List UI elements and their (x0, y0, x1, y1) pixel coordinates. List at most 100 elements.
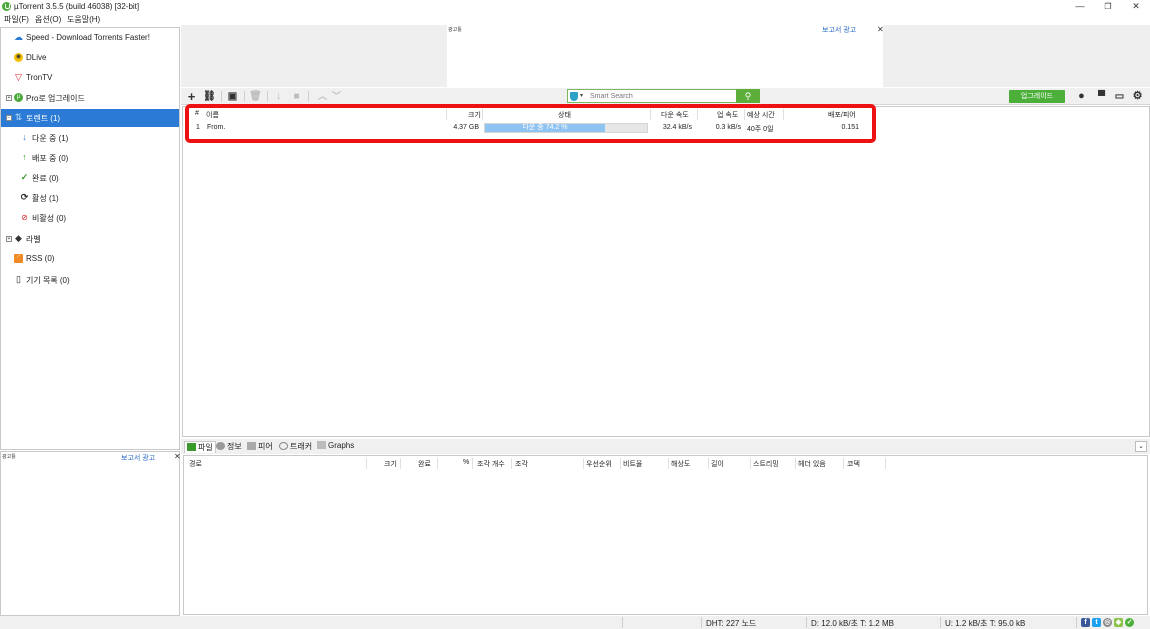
column-header-priority[interactable]: 우선순위 (586, 459, 612, 469)
status-ok-icon[interactable]: ✓ (1125, 618, 1134, 627)
sidebar-item-label: Speed - Download Torrents Faster! (26, 33, 150, 42)
search-provider-shield-icon[interactable] (570, 92, 578, 101)
collapse-panel-button[interactable]: ⌄ (1135, 441, 1147, 452)
tab-label: 피어 (258, 442, 273, 451)
tab-peers[interactable]: 피어 (247, 441, 273, 453)
upload-status[interactable]: U: 1.2 kB/초 T: 95.0 kB (945, 618, 1025, 629)
column-header-size[interactable]: 크기 (384, 459, 397, 469)
sidebar-item-downloading[interactable]: ↓ 다운 중 (1) (1, 129, 179, 147)
sidebar-item-dlive[interactable]: ◉ DLive (1, 49, 179, 67)
tag-icon: ◆ (15, 233, 22, 243)
menu-file[interactable]: 파일(F) (4, 14, 29, 25)
menu-help[interactable]: 도움말(H) (67, 14, 100, 25)
column-divider (668, 458, 669, 469)
sidebar-item-inactive[interactable]: ⊘ 비활성 (0) (1, 209, 179, 227)
maximize-button[interactable]: ❐ (1094, 0, 1122, 13)
close-ad-button[interactable]: ✕ (174, 452, 181, 461)
upgrade-button[interactable]: 업그레이드 (1009, 90, 1065, 103)
facebook-icon[interactable]: f (1081, 618, 1090, 627)
sidebar-item-completed[interactable]: ✓ 완료 (0) (1, 169, 179, 187)
tab-graphs[interactable]: Graphs (317, 441, 354, 453)
toolbar-divider (267, 91, 268, 102)
tab-label: 정보 (227, 442, 242, 451)
close-ad-button[interactable]: ✕ (877, 25, 884, 34)
tab-info[interactable]: 정보 (216, 441, 242, 453)
sidebar-item-speed[interactable]: ☁ Speed - Download Torrents Faster! (1, 29, 179, 47)
column-header-codec[interactable]: 코덱 (847, 459, 860, 469)
tab-trackers[interactable]: 트래커 (279, 441, 312, 453)
trontv-icon: ▽ (15, 72, 22, 82)
web-globe-icon[interactable]: ◎ (1103, 618, 1112, 627)
sidebar-item-labels[interactable]: + ◆ 라벨 (1, 230, 179, 248)
sidebar-item-label: RSS (0) (26, 254, 55, 263)
title-bar: µTorrent 3.5.5 (build 46038) [32-bit] — … (0, 0, 1150, 13)
column-divider (750, 458, 751, 469)
sidebar-item-rss[interactable]: ◜ RSS (0) (1, 250, 179, 268)
column-header-resolution[interactable]: 해상도 (671, 459, 690, 469)
sidebar-item-pro-upgrade[interactable]: + µ Pro로 업그레이드 (1, 89, 179, 107)
inactive-icon: ⊘ (21, 213, 28, 222)
sidebar-item-devices[interactable]: ▯ 기기 목록 (0) (1, 271, 179, 289)
info-icon (216, 442, 225, 450)
chevron-down-icon[interactable]: ▾ (580, 92, 583, 99)
sidebar-item-label: 비활성 (0) (32, 214, 67, 223)
toolbar-divider (221, 91, 222, 102)
detail-tabs: 파일 정보 피어 트래커 Graphs ⌄ (181, 439, 1150, 454)
torrents-icon: ⇅ (14, 112, 23, 122)
download-icon[interactable]: ↓ (272, 90, 285, 103)
add-torrent-icon[interactable]: + (185, 90, 198, 103)
files-panel: 경로 크기 완료 % 조각 개수 조각 우선순위 비트율 해상도 길이 스트리밍… (183, 455, 1148, 615)
sidebar: ☁ Speed - Download Torrents Faster! ◉ DL… (0, 27, 180, 450)
add-link-icon[interactable]: ⛓ (203, 90, 216, 103)
close-button[interactable]: ✕ (1122, 0, 1150, 13)
peers-icon (247, 442, 256, 450)
move-down-icon[interactable]: ﹀ (330, 90, 343, 103)
chat-icon[interactable]: ▀ (1095, 90, 1108, 103)
report-ad-link[interactable]: 보고서 광고 (822, 25, 856, 35)
download-status[interactable]: D: 12.0 kB/초 T: 1.2 MB (811, 618, 894, 629)
column-header-pieces[interactable]: 조각 (515, 459, 528, 469)
column-header-has-header[interactable]: 헤더 있음 (798, 459, 826, 469)
column-divider (437, 458, 438, 469)
create-torrent-icon[interactable]: ▣ (226, 90, 239, 103)
top-ad-panel: 광고틀 보고서 광고 ✕ (447, 25, 884, 87)
sidebar-item-label: 기기 목록 (0) (26, 276, 70, 285)
search-button[interactable]: ⚲ (736, 89, 760, 103)
stop-icon[interactable]: ■ (290, 90, 303, 103)
twitter-icon[interactable]: t (1092, 618, 1101, 627)
settings-gear-icon[interactable]: ⚙ (1131, 90, 1144, 103)
column-header-bitrate[interactable]: 비트율 (623, 459, 642, 469)
column-header-path[interactable]: 경로 (189, 459, 202, 469)
move-up-icon[interactable]: ︿ (316, 90, 329, 103)
minimize-button[interactable]: — (1066, 0, 1094, 13)
lightbulb-icon[interactable]: ● (1075, 90, 1088, 103)
sidebar-item-active[interactable]: ⟳ 활성 (1) (1, 189, 179, 207)
search-input[interactable] (590, 91, 730, 102)
status-divider (701, 617, 702, 628)
expand-toggle-icon[interactable]: + (6, 236, 12, 242)
sidebar-item-label: 다운 중 (1) (32, 134, 69, 143)
column-header-streaming[interactable]: 스트리밍 (753, 459, 779, 469)
sidebar-item-seeding[interactable]: ↑ 배포 중 (0) (1, 149, 179, 167)
dht-status[interactable]: DHT: 227 노드 (706, 618, 756, 629)
column-divider (511, 458, 512, 469)
android-icon[interactable]: ◆ (1114, 618, 1123, 627)
upload-arrow-icon: ↑ (22, 152, 27, 162)
column-header-length[interactable]: 길이 (711, 459, 724, 469)
delete-icon[interactable]: 🗑 (249, 90, 262, 103)
menu-options[interactable]: 옵션(O) (35, 14, 61, 25)
column-header-done[interactable]: 완료 (418, 459, 431, 469)
expand-toggle-icon[interactable]: + (6, 95, 12, 101)
sidebar-item-trontv[interactable]: ▽ TronTV (1, 69, 179, 87)
sidebar-item-torrents[interactable]: − ⇅ 토렌트 (1) (1, 109, 179, 127)
report-ad-link[interactable]: 보고서 광고 (121, 453, 155, 463)
refresh-icon: ⟳ (20, 192, 29, 202)
column-header-piece-count[interactable]: 조각 개수 (477, 459, 505, 469)
collapse-toggle-icon[interactable]: − (6, 115, 12, 121)
monitor-icon[interactable]: ▭ (1113, 90, 1126, 103)
dlive-icon: ◉ (14, 53, 23, 62)
checkmark-icon: ✓ (20, 172, 29, 182)
download-arrow-icon: ↓ (22, 132, 27, 142)
column-header-percent[interactable]: % (463, 459, 469, 466)
tab-files[interactable]: 파일 (184, 441, 216, 453)
